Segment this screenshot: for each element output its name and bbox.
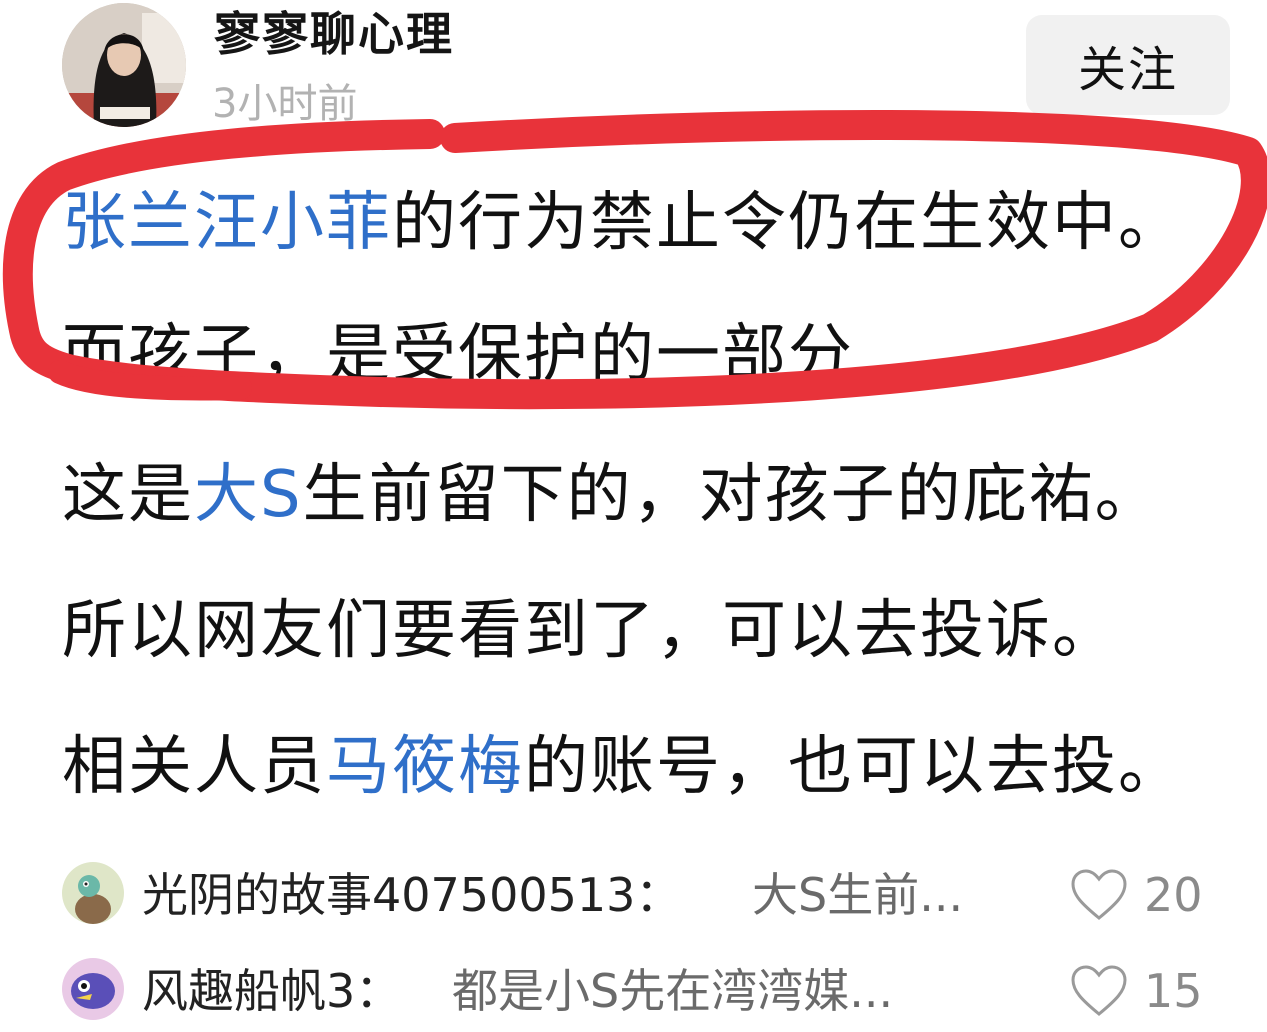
author-name[interactable]: 寥寥聊心理 <box>214 6 454 62</box>
commenter-name[interactable]: 风趣船帆3： <box>142 958 401 1024</box>
post-line-2: 而孩子，是受保护的一部分 <box>62 315 854 395</box>
author-avatar[interactable] <box>62 3 186 127</box>
post-text: 相关人员 <box>62 730 326 804</box>
commenter-avatar[interactable] <box>62 862 124 924</box>
comment-item[interactable]: 风趣船帆3： 都是小S先在湾湾媒... 15 <box>62 958 1222 1028</box>
mention-link[interactable]: 张兰汪小菲 <box>62 186 392 260</box>
post-text: 而孩子，是受保护的一部分 <box>62 318 854 392</box>
post-text: 的行为禁止令仍在生效中。 <box>392 186 1184 260</box>
post-text: 这是 <box>62 458 194 532</box>
like-count: 20 <box>1144 868 1203 922</box>
post-timestamp: 3小时前 <box>212 81 358 127</box>
mention-link[interactable]: 马筱梅 <box>326 730 524 804</box>
commenter-name[interactable]: 光阴的故事407500513： <box>142 862 681 928</box>
post-text: 生前留下的，对孩子的庇祐。 <box>302 458 1161 532</box>
follow-button[interactable]: 关注 <box>1026 15 1230 115</box>
comment-item[interactable]: 光阴的故事407500513： 大S生前... 20 <box>62 862 1222 932</box>
heart-outline-icon[interactable] <box>1070 964 1128 1018</box>
post-text: 的账号，也可以去投。 <box>524 730 1184 804</box>
post-line-4: 所以网友们要看到了，可以去投诉。 <box>62 591 1118 671</box>
post-line-1: 张兰汪小菲的行为禁止令仍在生效中。 <box>62 183 1184 263</box>
mention-link[interactable]: 大S <box>194 458 303 532</box>
post-line-3: 这是大S生前留下的，对孩子的庇祐。 <box>62 455 1161 535</box>
comment-text: 大S生前... <box>752 868 964 922</box>
comment-text: 都是小S先在湾湾媒... <box>452 964 894 1018</box>
heart-outline-icon[interactable] <box>1070 868 1128 922</box>
post-screen: 寥寥聊心理 3小时前 关注 张兰汪小菲的行为禁止令仍在生效中。 而孩子，是受保护… <box>0 0 1267 1032</box>
post-line-5: 相关人员马筱梅的账号，也可以去投。 <box>62 727 1184 807</box>
commenter-avatar[interactable] <box>62 958 124 1020</box>
like-count: 15 <box>1144 964 1203 1018</box>
post-text: 所以网友们要看到了，可以去投诉。 <box>62 594 1118 668</box>
